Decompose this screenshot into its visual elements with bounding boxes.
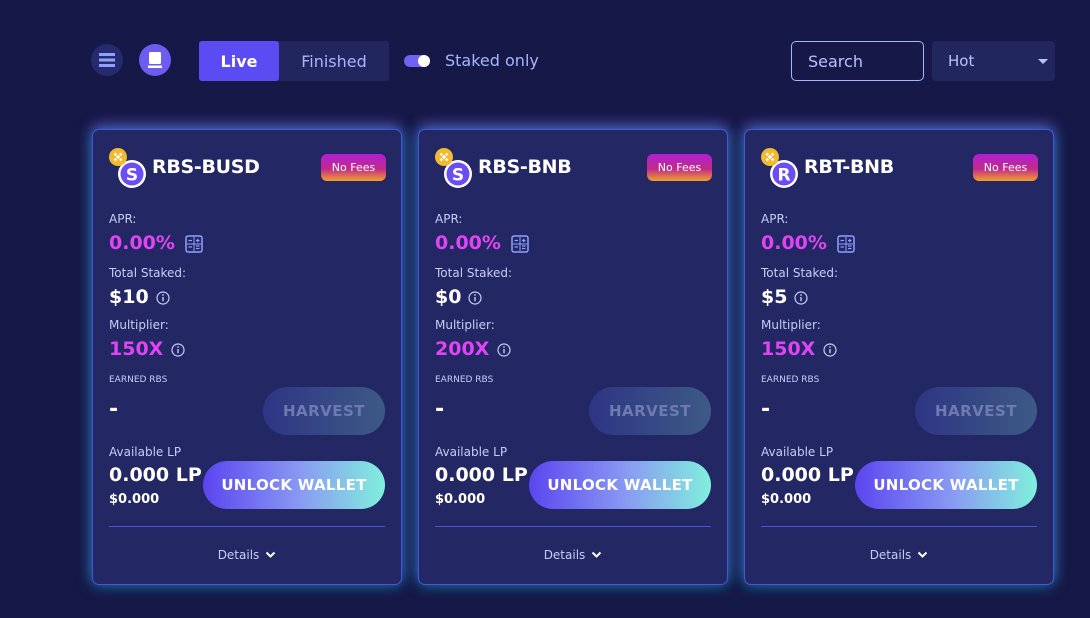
harvest-button[interactable]: HARVEST (589, 387, 711, 435)
multiplier-value: 150X (761, 338, 816, 360)
multiplier-value: 200X (435, 338, 490, 360)
info-icon[interactable] (468, 291, 483, 305)
multiplier-label: Multiplier: (435, 318, 495, 332)
apr-label: APR: (761, 212, 789, 226)
toggle-knob (418, 55, 430, 67)
earned-value: - (435, 397, 445, 422)
info-icon[interactable] (171, 343, 185, 357)
total-staked-value: $10 (109, 286, 149, 308)
total-staked-value: $5 (761, 286, 788, 308)
earned-value: - (761, 397, 771, 422)
available-lp-value: 0.000 LP (435, 464, 528, 486)
calculator-icon[interactable] (185, 235, 203, 253)
details-label: Details (869, 548, 912, 562)
total-staked-value: $0 (435, 286, 462, 308)
card-divider (109, 526, 385, 527)
pool-card: S RBS-BNB No Fees APR: 0.00% Total Stake… (418, 129, 728, 585)
svg-text:R: R (777, 166, 790, 186)
card-divider (435, 526, 711, 527)
apr-value: 0.00% (761, 232, 827, 254)
apr-label: APR: (435, 212, 463, 226)
token-pair-logo: S (109, 148, 146, 188)
chevron-down-icon (918, 551, 928, 558)
search-input[interactable] (791, 41, 924, 81)
card-view-button[interactable] (139, 44, 171, 76)
total-staked-label: Total Staked: (761, 266, 839, 280)
pool-pair-name: RBT-BNB (804, 156, 894, 178)
multiplier-label: Multiplier: (761, 318, 821, 332)
earned-value: - (109, 397, 119, 422)
staked-only-label: Staked only (445, 51, 539, 70)
available-lp-usd: $0.000 (435, 492, 486, 507)
available-lp-value: 0.000 LP (761, 464, 854, 486)
no-fees-badge: No Fees (321, 154, 386, 181)
no-fees-badge: No Fees (973, 154, 1038, 181)
unlock-wallet-button[interactable]: UNLOCK WALLET (855, 461, 1037, 509)
harvest-button[interactable]: HARVEST (915, 387, 1037, 435)
sort-select-value: Hot (948, 52, 975, 70)
sort-select[interactable]: Hot (932, 41, 1055, 81)
tab-live[interactable]: Live (199, 41, 279, 81)
pool-pair-name: RBS-BNB (478, 156, 572, 178)
harvest-button[interactable]: HARVEST (263, 387, 385, 435)
token-pair-logo: S (435, 148, 472, 188)
token-pair-logo: R (761, 148, 798, 188)
details-label: Details (217, 548, 260, 562)
details-label: Details (543, 548, 586, 562)
details-toggle[interactable]: Details (745, 548, 1053, 562)
multiplier-label: Multiplier: (109, 318, 169, 332)
earned-label: EARNED RBS (109, 375, 168, 385)
available-lp-usd: $0.000 (761, 492, 812, 507)
available-lp-value: 0.000 LP (109, 464, 202, 486)
tab-finished[interactable]: Finished (279, 41, 389, 81)
info-icon[interactable] (794, 291, 809, 305)
info-icon[interactable] (156, 291, 170, 305)
multiplier-value: 150X (109, 338, 164, 360)
pool-card: S RBS-BUSD No Fees APR: 0.00% Total Stak… (92, 129, 402, 585)
earned-label: EARNED RBS (435, 375, 494, 385)
total-staked-label: Total Staked: (109, 266, 187, 280)
apr-value: 0.00% (435, 232, 501, 254)
chevron-down-icon (266, 551, 276, 558)
toolbar: Live Finished Staked only Hot (0, 41, 1090, 81)
available-lp-label: Available LP (435, 445, 508, 459)
details-toggle[interactable]: Details (419, 548, 727, 562)
pool-card: R RBT-BNB No Fees APR: 0.00% Total Stake… (744, 129, 1054, 585)
card-view-icon (148, 52, 162, 68)
svg-text:S: S (452, 166, 464, 186)
info-icon[interactable] (823, 343, 837, 357)
available-lp-label: Available LP (109, 445, 182, 459)
available-lp-label: Available LP (761, 445, 834, 459)
calculator-icon[interactable] (511, 235, 529, 253)
card-divider (761, 526, 1037, 527)
pool-pair-name: RBS-BUSD (152, 156, 260, 178)
unlock-wallet-button[interactable]: UNLOCK WALLET (203, 461, 385, 509)
pool-status-tabs: Live Finished (199, 41, 389, 81)
apr-label: APR: (109, 212, 137, 226)
staked-only-toggle[interactable] (404, 55, 430, 67)
list-view-icon (99, 53, 115, 67)
apr-value: 0.00% (109, 232, 175, 254)
info-icon[interactable] (497, 343, 511, 357)
details-toggle[interactable]: Details (93, 548, 401, 562)
available-lp-usd: $0.000 (109, 492, 160, 507)
total-staked-label: Total Staked: (435, 266, 513, 280)
unlock-wallet-button[interactable]: UNLOCK WALLET (529, 461, 711, 509)
no-fees-badge: No Fees (647, 154, 712, 181)
calculator-icon[interactable] (837, 235, 855, 253)
chevron-down-icon (592, 551, 602, 558)
chevron-down-icon (1038, 59, 1048, 64)
svg-text:S: S (126, 166, 138, 186)
list-view-button[interactable] (91, 44, 123, 76)
earned-label: EARNED RBS (761, 375, 820, 385)
